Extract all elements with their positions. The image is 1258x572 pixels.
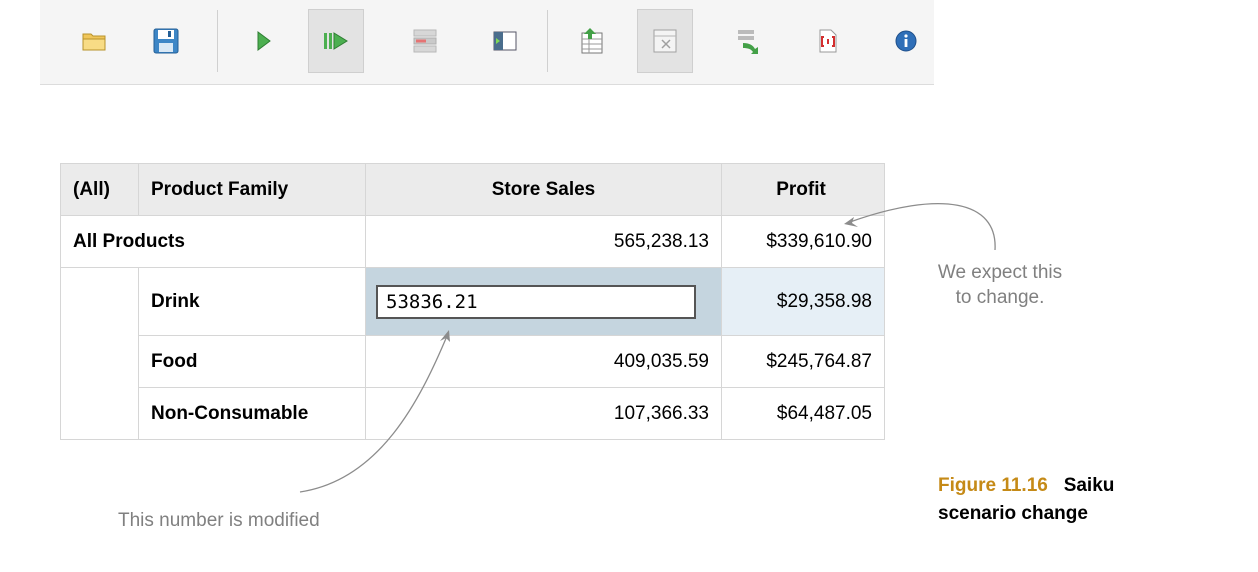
modified-annotation: This number is modified: [118, 510, 320, 531]
figure-caption: Figure 11.16 Saiku scenario change: [938, 472, 1114, 528]
figure-title-line1: Saiku: [1063, 475, 1115, 496]
expect-annotation-line1: We expect this: [937, 262, 1063, 283]
expect-callout-arrowhead: [844, 217, 858, 227]
figure-number: Figure 11.16: [938, 475, 1048, 496]
figure-title-line2: scenario change: [938, 503, 1088, 524]
expect-callout-arrow: [849, 202, 996, 251]
expect-annotation: We expect this to change.: [900, 260, 1100, 310]
expect-annotation-line2: to change.: [955, 287, 1045, 308]
modified-callout-arrow: [299, 335, 448, 493]
